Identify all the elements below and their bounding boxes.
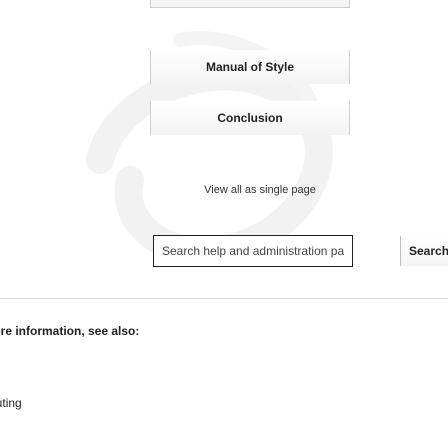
nav-button-label: Conclusion <box>217 111 283 125</box>
nav-button-previous[interactable] <box>150 0 350 8</box>
nav-button-manual-of-style[interactable]: Manual of Style <box>150 50 350 84</box>
search-input[interactable] <box>153 235 353 267</box>
view-single-page-link[interactable]: View all as single page <box>0 184 448 196</box>
see-also-item-contributing[interactable]: Contributing <box>0 396 22 410</box>
nav-button-label: Manual of Style <box>205 60 294 74</box>
section-divider <box>0 298 448 299</box>
search-button-label: Search <box>409 244 448 258</box>
search-button[interactable]: Search <box>400 236 448 266</box>
nav-button-conclusion[interactable]: Conclusion <box>150 101 350 135</box>
see-also-heading: For more information, see also: <box>0 324 140 338</box>
view-single-page-label: View all as single page <box>204 184 316 196</box>
page: Manual of Style Conclusion View all as s… <box>0 0 448 448</box>
